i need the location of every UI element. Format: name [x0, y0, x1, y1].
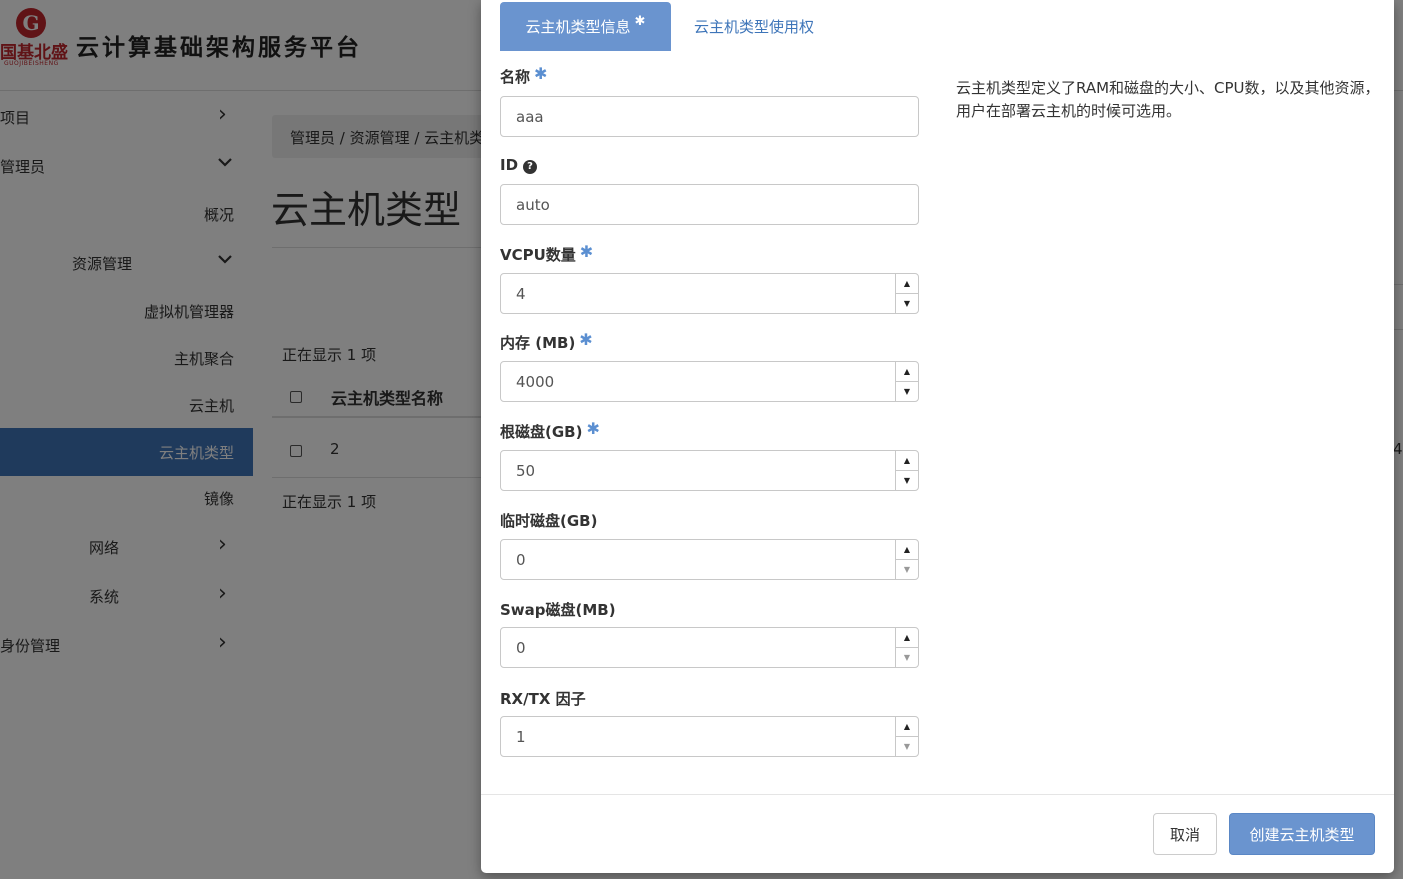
increment-icon[interactable]: ▲	[896, 451, 918, 471]
input-value: 4	[516, 284, 526, 303]
decrement-icon[interactable]: ▼	[896, 382, 918, 402]
spinner: ▲ ▼	[895, 717, 918, 756]
spinner: ▲ ▼	[895, 362, 918, 401]
required-icon: ✱	[579, 242, 594, 261]
input-value: 0	[516, 550, 526, 569]
increment-icon[interactable]: ▲	[896, 628, 918, 648]
decrement-icon[interactable]: ▼	[896, 560, 918, 580]
input-value: aaa	[516, 107, 544, 126]
increment-icon[interactable]: ▲	[896, 540, 918, 560]
label-text: VCPU数量	[500, 246, 576, 264]
swap-disk-label: Swap磁盘(MB)	[500, 599, 616, 620]
input-value: 50	[516, 461, 536, 480]
required-icon: ✱	[586, 419, 600, 438]
required-icon: ✱	[634, 14, 646, 29]
input-value: 4000	[516, 372, 555, 391]
label-text: 内存 (MB)	[500, 334, 576, 352]
name-label: 名称 ✱	[500, 64, 548, 87]
flavor-description: 云主机类型定义了RAM和磁盘的大小、CPU数，以及其他资源，用户在部署云主机的时…	[956, 79, 1380, 120]
increment-icon[interactable]: ▲	[896, 362, 918, 382]
increment-icon[interactable]: ▲	[896, 274, 918, 294]
label-text: RX/TX 因子	[500, 690, 586, 708]
decrement-icon[interactable]: ▼	[896, 471, 918, 491]
decrement-icon[interactable]: ▼	[896, 648, 918, 668]
ram-stepper[interactable]: 4000 ▲ ▼	[500, 361, 919, 402]
label-text: ID	[500, 156, 519, 174]
spinner: ▲ ▼	[895, 274, 918, 313]
spinner: ▲ ▼	[895, 540, 918, 579]
input-value: 0	[516, 638, 526, 657]
ephemeral-disk-label: 临时磁盘(GB)	[500, 510, 597, 531]
id-label: ID?	[500, 156, 538, 175]
input-value: 1	[516, 727, 526, 746]
swap-disk-stepper[interactable]: 0 ▲ ▼	[500, 627, 919, 668]
label-text: 根磁盘(GB)	[500, 423, 583, 441]
tab-flavor-access[interactable]: 云主机类型使用权	[694, 16, 814, 37]
vcpu-stepper[interactable]: 4 ▲ ▼	[500, 273, 919, 314]
ram-label: 内存 (MB) ✱	[500, 330, 593, 353]
root-disk-stepper[interactable]: 50 ▲ ▼	[500, 450, 919, 491]
root-disk-label: 根磁盘(GB) ✱	[500, 419, 600, 442]
increment-icon[interactable]: ▲	[896, 717, 918, 737]
help-icon[interactable]: ?	[523, 160, 538, 174]
required-icon: ✱	[534, 64, 548, 83]
create-flavor-modal: 云主机类型信息 ✱ 云主机类型使用权 名称 ✱ aaa ID? auto VCPU…	[481, 0, 1394, 873]
tab-flavor-info[interactable]: 云主机类型信息 ✱	[500, 2, 671, 51]
input-value: auto	[516, 195, 550, 214]
cancel-button[interactable]: 取消	[1153, 813, 1217, 855]
decrement-icon[interactable]: ▼	[896, 294, 918, 314]
vcpu-label: VCPU数量 ✱	[500, 242, 594, 265]
label-text: 名称	[500, 68, 531, 86]
required-icon: ✱	[579, 330, 593, 349]
spinner: ▲ ▼	[895, 451, 918, 490]
create-flavor-button[interactable]: 创建云主机类型	[1229, 813, 1375, 855]
spinner: ▲ ▼	[895, 628, 918, 667]
id-input[interactable]: auto	[500, 184, 919, 225]
modal-footer-divider	[481, 794, 1394, 795]
ephemeral-disk-stepper[interactable]: 0 ▲ ▼	[500, 539, 919, 580]
rxtx-factor-label: RX/TX 因子	[500, 688, 586, 709]
name-input[interactable]: aaa	[500, 96, 919, 137]
rxtx-factor-stepper[interactable]: 1 ▲ ▼	[500, 716, 919, 757]
tab-label: 云主机类型信息	[525, 18, 631, 36]
label-text: Swap磁盘(MB)	[500, 601, 616, 619]
label-text: 临时磁盘(GB)	[500, 512, 598, 530]
decrement-icon[interactable]: ▼	[896, 737, 918, 757]
